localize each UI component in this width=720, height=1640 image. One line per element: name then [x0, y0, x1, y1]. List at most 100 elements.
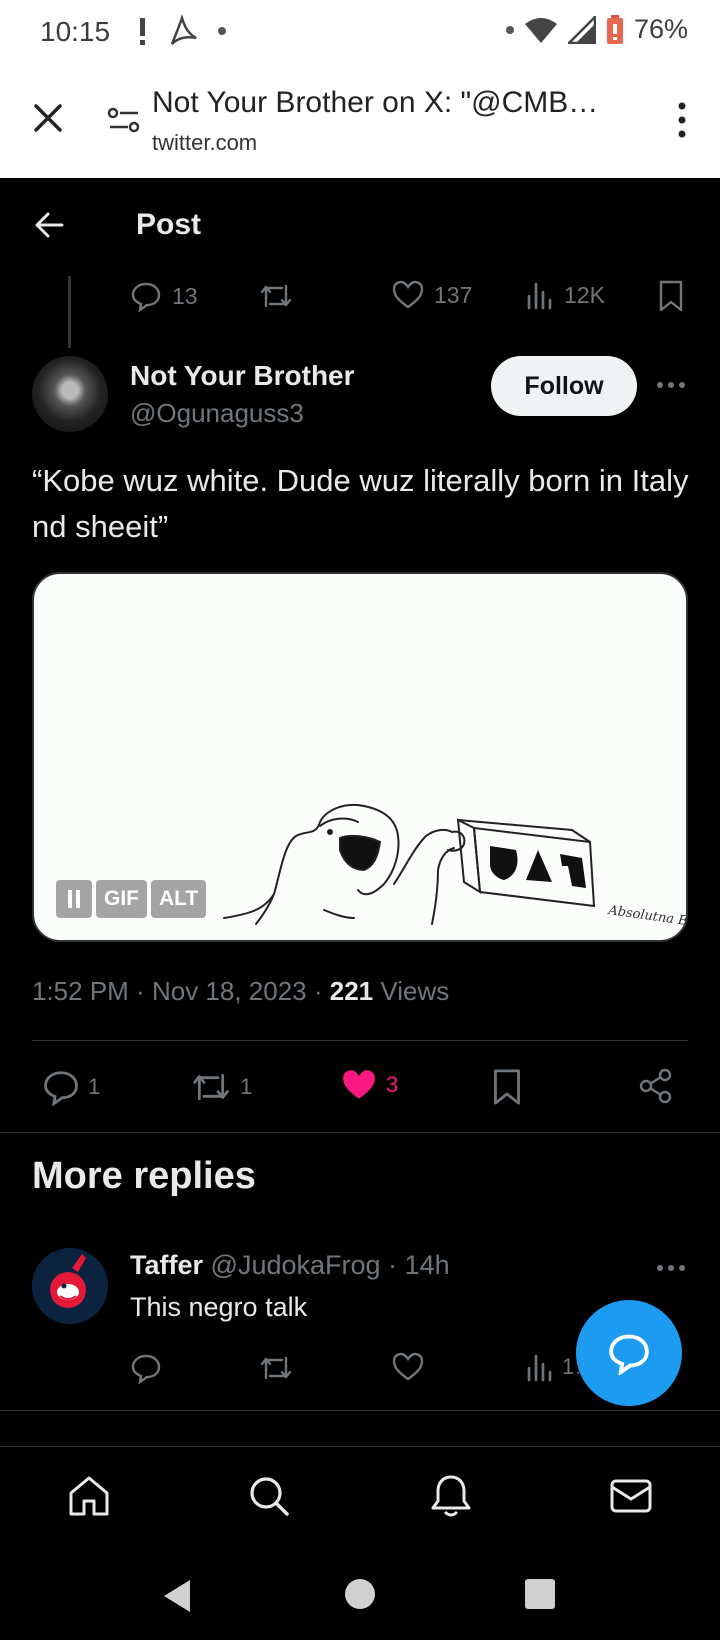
status-left-icons: [138, 14, 226, 48]
reply-icon: [131, 282, 161, 312]
system-home-icon[interactable]: [344, 1578, 376, 1610]
divider: [0, 1132, 720, 1133]
heart-icon: [392, 280, 424, 309]
parent-bookmark-button[interactable]: [658, 280, 684, 312]
parent-stats-row: 13 137 12K: [130, 280, 690, 316]
reply-reply-button[interactable]: [130, 1352, 162, 1384]
reply-age: 14h: [404, 1250, 450, 1280]
thread-line: [68, 276, 71, 348]
close-icon[interactable]: [28, 98, 68, 138]
bookmark-icon: [494, 1069, 520, 1105]
tweet-time: 1:52 PM: [32, 976, 129, 1006]
status-dot: [505, 25, 514, 34]
notifications-bell-icon[interactable]: [428, 1473, 474, 1519]
reply-icon: [44, 1071, 78, 1106]
reply-icon: [131, 1354, 161, 1384]
reply-avatar-logo: [32, 1248, 108, 1324]
like-button[interactable]: 3: [340, 1068, 398, 1102]
acrobat-icon: [170, 14, 197, 45]
wifi-icon: [524, 17, 557, 43]
pause-icon: [68, 890, 80, 908]
bookmark-icon: [659, 280, 683, 312]
divider: [32, 1040, 688, 1041]
views-icon: [527, 282, 552, 310]
reply-bubble-icon: [609, 1334, 649, 1375]
search-icon[interactable]: [246, 1473, 292, 1519]
site-settings-icon[interactable]: [106, 102, 142, 138]
more-horizontal-icon[interactable]: [656, 1258, 686, 1278]
parent-views-count: 12K: [564, 281, 605, 308]
separator-dot: ·: [388, 1250, 405, 1280]
follow-button[interactable]: Follow: [491, 356, 637, 416]
tweet-date: Nov 18, 2023: [151, 976, 307, 1006]
system-recents-icon[interactable]: [524, 1578, 556, 1610]
alert-icon: [140, 18, 145, 45]
pause-button[interactable]: [56, 880, 92, 918]
header-title: Post: [136, 208, 202, 241]
parent-reply-count: 13: [172, 282, 198, 309]
author-handle[interactable]: @Ogunaguss3: [130, 398, 304, 429]
separator-dot: ·: [313, 976, 330, 1006]
views-icon: [527, 1354, 552, 1382]
battery-percent: 76%: [633, 14, 688, 44]
reply-author-handle[interactable]: @JudokaFrog: [211, 1250, 381, 1280]
tweet-text: “Kobe wuz white. Dude wuz literally born…: [32, 463, 689, 544]
status-bar: 10:15 76%: [0, 0, 720, 66]
post-header: Post: [0, 178, 720, 272]
author-avatar[interactable]: [32, 356, 108, 432]
retweet-count: 1: [240, 1074, 253, 1099]
reply-button[interactable]: 1: [42, 1068, 100, 1106]
reply-retweet-button[interactable]: [258, 1352, 294, 1384]
reply-meta: Taffer @JudokaFrog · 14h: [130, 1250, 450, 1281]
messages-envelope-icon[interactable]: [608, 1473, 654, 1519]
divider: [0, 1410, 720, 1411]
page-title: Not Your Brother on X: "@CMB…: [152, 86, 599, 119]
gif-badge: GIF: [96, 880, 147, 918]
system-back-icon[interactable]: [160, 1578, 194, 1614]
alt-badge[interactable]: ALT: [151, 880, 207, 918]
retweet-button[interactable]: 1: [190, 1068, 252, 1106]
heart-filled-icon: [343, 1070, 375, 1099]
status-right-icons: 76%: [505, 14, 688, 45]
parent-like-count: 137: [434, 281, 473, 308]
tweet-action-row: 1 1 3: [32, 1064, 688, 1114]
share-button[interactable]: [638, 1068, 674, 1104]
more-horizontal-icon[interactable]: [656, 375, 686, 395]
tweet-timestamp: 1:52 PM · Nov 18, 2023 · 221 Views: [32, 976, 449, 1007]
reply-count: 1: [88, 1074, 101, 1099]
artist-signature: Absolutna Ewelina: [606, 903, 688, 935]
back-arrow-icon[interactable]: [30, 206, 68, 244]
bottom-nav: [0, 1446, 720, 1548]
battery-icon: [606, 14, 623, 44]
signal-icon: [567, 15, 596, 44]
parent-views-button[interactable]: 12K: [526, 280, 605, 310]
parent-reply-button[interactable]: 13: [130, 280, 198, 312]
reply-text: This negro talk: [130, 1292, 308, 1322]
tweet-views-count[interactable]: 221: [330, 976, 373, 1006]
media-badges: GIF ALT: [56, 880, 207, 918]
like-count: 3: [386, 1072, 399, 1097]
reply-author-name[interactable]: Taffer: [130, 1250, 203, 1280]
retweet-icon: [260, 284, 292, 308]
browser-bar: Not Your Brother on X: "@CMB… twitter.co…: [0, 66, 720, 178]
home-icon[interactable]: [66, 1473, 112, 1519]
status-time: 10:15: [40, 16, 111, 47]
parent-retweet-button[interactable]: [258, 280, 294, 312]
compose-reply-button[interactable]: [576, 1300, 682, 1406]
tweet-media-gif[interactable]: Absolutna Ewelina GIF ALT: [32, 572, 688, 942]
tweet-views-label: Views: [380, 976, 450, 1006]
reply-avatar[interactable]: [32, 1248, 108, 1324]
notification-dot: [218, 27, 226, 35]
more-vert-icon[interactable]: [672, 100, 692, 140]
retweet-icon: [260, 1356, 292, 1380]
share-icon: [639, 1068, 672, 1104]
page-url: twitter.com: [152, 130, 258, 155]
heart-icon: [392, 1352, 424, 1381]
author-name[interactable]: Not Your Brother: [130, 360, 355, 392]
reply-like-button[interactable]: [392, 1352, 424, 1382]
system-nav-bar: [0, 1548, 720, 1640]
retweet-icon: [193, 1073, 229, 1101]
parent-like-button[interactable]: 137: [392, 280, 472, 310]
more-replies-title: More replies: [32, 1155, 256, 1197]
bookmark-button[interactable]: [492, 1068, 522, 1106]
